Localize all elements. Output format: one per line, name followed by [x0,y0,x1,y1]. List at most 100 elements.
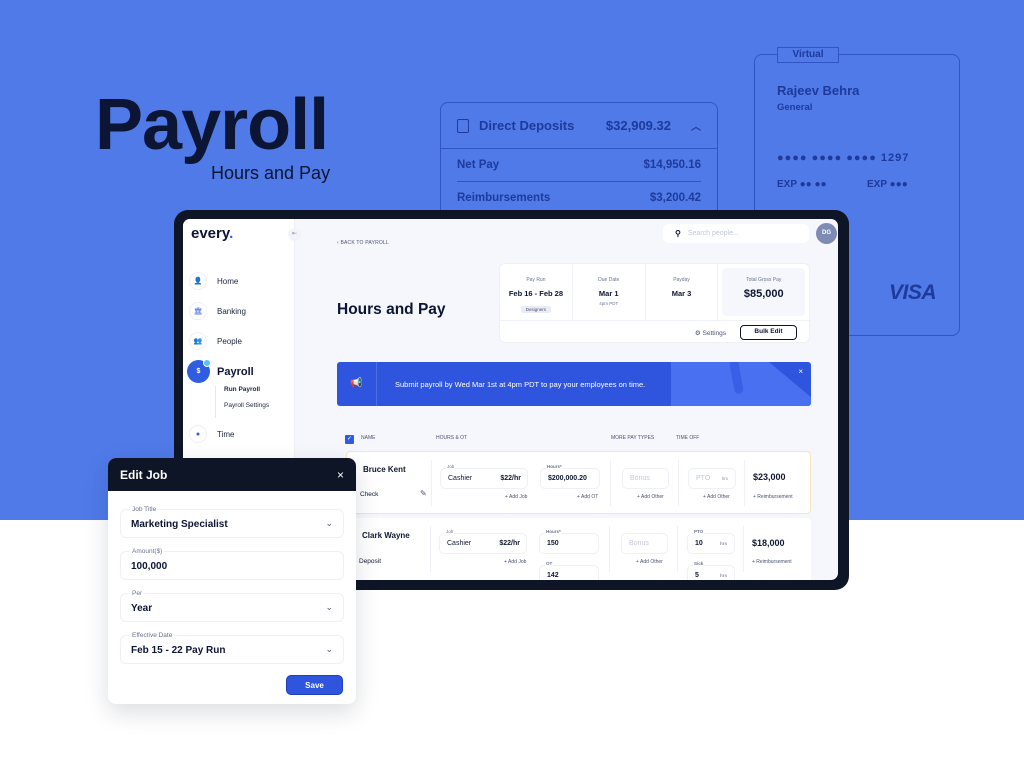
chevron-down-icon: ⌄ [325,602,333,612]
megaphone-icon: 📢 [337,362,377,406]
add-job-link[interactable]: + Add Job [504,559,526,565]
hours-field[interactable]: Hours* 150 [539,529,599,554]
direct-deposits-total: $32,909.32 [605,118,671,133]
sidebar-item-label: Time [217,429,235,439]
ot-value: 142 [547,572,559,579]
sidebar-item-payroll[interactable]: $ Payroll [187,359,254,383]
due-date-col: Due Date Mar 1 4pm PDT [573,264,646,320]
sidebar-item-label: People [217,336,242,346]
chevron-up-icon[interactable]: ︿ [691,118,701,133]
due-time: 4pm PDT [599,301,619,306]
card-expiry: EXP ●● ●● [777,179,827,190]
edit-job-modal: Edit Job × Job Title Marketing Specialis… [108,458,356,704]
sick-label: Sick [693,561,705,566]
job-title-select[interactable]: Job Title Marketing Specialist ⌄ [120,506,344,538]
back-to-payroll-link[interactable]: ‹ BACK TO PAYROLL [337,240,389,246]
pto-value: 10 [695,540,703,547]
hero-subtitle: Hours and Pay [211,163,331,183]
edit-icon[interactable]: ✎ [420,489,427,498]
people-icon: 👥 [189,332,207,350]
job-label: Job [445,529,455,534]
job-value: Cashier [447,540,472,547]
divider [430,526,431,572]
search-icon: ⚲ [675,229,681,238]
subnav-payroll-settings[interactable]: Payroll Settings [224,402,269,409]
search-input[interactable]: ⚲ Search people... [663,224,809,243]
collapse-sidebar-icon[interactable]: ⇤ [288,228,301,241]
pto-field[interactable]: PTO 10 hrs [687,529,735,554]
sidebar-item-banking[interactable]: 🏛 Banking [189,302,246,320]
pto-field[interactable]: PTO hrs [688,468,736,489]
job-field[interactable]: Job Cashier $22/hr [440,464,528,489]
pay-run-col: Pay Run Feb 16 - Feb 28 Designers [500,264,573,320]
select-all-checkbox[interactable]: ✓ [345,435,354,444]
sidebar-item-label: Payroll [217,365,254,378]
job-field[interactable]: Job Cashier $22/hr [439,529,527,554]
table-row: Bruce Kent Check ✎ Job Cashier $22/hr Ho… [346,451,811,514]
add-other-link[interactable]: + Add Other [636,559,663,565]
visa-logo: VISA [889,281,937,304]
payroll-icon: $ [187,359,211,383]
pay-run-label: Pay Run [526,277,546,283]
add-reimbursement-link[interactable]: + Reimbursement [753,494,793,500]
total-gross-col: Total Gross Pay $85,000 [722,268,806,316]
payday-col: Payday Mar 3 [646,264,719,320]
sick-value: 5 [695,572,699,579]
modal-header: Edit Job × [108,458,356,491]
virtual-tag: Virtual [777,47,839,63]
rate-value: $22/hr [499,540,520,547]
bonus-field[interactable]: Bonus [622,468,669,489]
sidebar-item-home[interactable]: 👤 Home [189,272,238,290]
sidebar-item-time[interactable]: ● Time [189,425,234,443]
close-icon[interactable]: × [337,468,344,482]
bonus-field[interactable]: Bonus [621,533,668,554]
hero-title: Payroll [95,85,329,165]
amount-input[interactable]: Amount($) 100,000 [120,548,344,580]
ot-field[interactable]: OT 142 [539,561,599,580]
pto-label: PTO [693,529,705,534]
divider [431,460,432,506]
add-job-link[interactable]: + Add Job [505,494,527,500]
employee-name[interactable]: Bruce Kent [363,465,406,474]
add-other-link[interactable]: + Add Other [637,494,664,500]
pay-run-summary: Pay Run Feb 16 - Feb 28 Designers Due Da… [499,263,810,343]
bulk-edit-button[interactable]: Bulk Edit [740,325,797,340]
card-number: ●●●● ●●●● ●●●● 1297 [777,152,910,164]
hrs-unit: hrs [719,541,727,546]
team-chip: Designers [520,306,552,313]
settings-button[interactable]: ⚙ Settings [695,329,726,337]
field-value: Feb 15 - 22 Pay Run [131,645,226,656]
pay-run-value: Feb 16 - Feb 28 [508,289,563,298]
total-gross-value: $85,000 [743,288,784,300]
avatar[interactable]: DG [816,223,837,244]
header-name: NAME [361,435,376,441]
divider [744,460,745,506]
save-button[interactable]: Save [286,675,343,695]
add-reimbursement-link[interactable]: + Reimbursement [752,559,792,565]
direct-deposits-header[interactable]: Direct Deposits $32,909.32 ︿ [441,103,717,149]
sidebar-item-people[interactable]: 👥 People [189,332,242,350]
effective-date-select[interactable]: Effective Date Feb 15 - 22 Pay Run ⌄ [120,632,344,664]
net-pay-row: Net Pay $14,950.16 [457,149,701,182]
logo[interactable]: every. [191,225,233,242]
total-gross-label: Total Gross Pay [746,277,782,283]
row-total: $23,000 [753,472,786,482]
hours-field[interactable]: Hours* $200,000.20 [540,464,600,489]
table-row: Clark Wayne Deposit Job Cashier $22/hr H… [346,518,811,580]
per-select[interactable]: Per Year ⌄ [120,590,344,622]
add-ot-link[interactable]: + Add OT [577,494,598,500]
add-other-link[interactable]: + Add Other [703,494,730,500]
subnav-run-payroll[interactable]: Run Payroll [224,386,269,393]
field-value: Marketing Specialist [131,519,228,530]
hrs-unit: hrs [719,573,727,578]
sick-field[interactable]: Sick 5 hrs [687,561,735,580]
field-label: Effective Date [130,632,175,639]
hours-label: Hours* [546,464,563,469]
close-icon[interactable]: × [798,367,803,376]
payroll-subnav: Run Payroll Payroll Settings [215,386,269,418]
pto-placeholder: PTO [696,475,711,482]
employee-name[interactable]: Clark Wayne [362,531,410,540]
hours-value: 150 [547,540,559,547]
payday-value: Mar 3 [671,289,692,298]
divider [609,526,610,572]
